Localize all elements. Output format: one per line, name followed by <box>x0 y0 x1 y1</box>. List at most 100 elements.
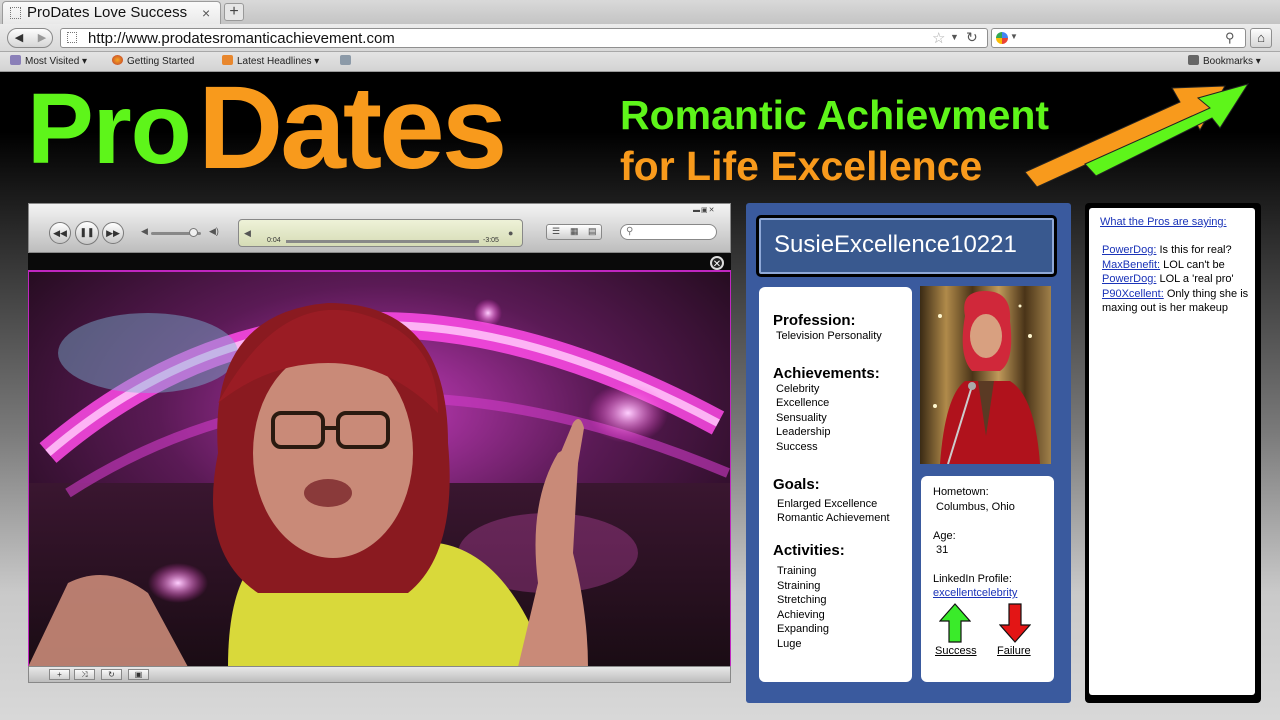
profession-value: Television Personality <box>776 330 882 342</box>
volume-knob[interactable] <box>189 228 198 237</box>
achievement-item: Leadership <box>776 426 831 438</box>
comment-user-link[interactable]: PowerDog: <box>1102 273 1156 285</box>
close-video-icon[interactable]: ✕ <box>710 256 724 270</box>
remaining-time: -3:05 <box>483 237 499 244</box>
list-view-icon[interactable]: ☰ <box>552 226 560 237</box>
bookmark-getting-started[interactable]: Getting Started <box>112 55 194 67</box>
navigation-toolbar: ◀ ▶ http://www.prodatesromanticachieveme… <box>0 24 1280 52</box>
bookmark-extra[interactable] <box>340 55 355 67</box>
browser-tab[interactable]: ProDates Love Success × <box>2 1 221 24</box>
profile-details-card: Profession: Television Personality Achie… <box>759 287 912 682</box>
activity-item: Stretching <box>777 594 827 606</box>
activity-item: Achieving <box>777 609 825 621</box>
rewind-button[interactable]: ◀◀ <box>49 222 71 244</box>
comment-text: LOL a 'real pro' <box>1156 273 1234 285</box>
comment-text: LOL can't be <box>1160 258 1225 271</box>
comment-user-link[interactable]: MaxBenefit: <box>1102 259 1160 271</box>
failure-down-arrow-icon[interactable] <box>999 603 1031 643</box>
linkedin-label: LinkedIn Profile: <box>933 573 1012 585</box>
forward-button[interactable]: ▶ <box>32 29 52 47</box>
window-buttons[interactable]: ▬▣✕ <box>693 206 715 214</box>
goal-item: Romantic Achievement <box>777 512 890 524</box>
comment-user-link[interactable]: PowerDog: <box>1102 244 1156 256</box>
star-icon <box>1188 55 1199 65</box>
comment-item: PowerDog: Is this for real? <box>1102 243 1252 258</box>
bookmarks-toolbar: Most Visited ▾ Getting Started Latest He… <box>0 52 1280 72</box>
comment-item: MaxBenefit: LOL can't be <box>1102 258 1252 273</box>
profile-info-card: Hometown: Columbus, Ohio Age: 31 LinkedI… <box>921 476 1054 682</box>
activity-item: Luge <box>777 638 802 650</box>
firefox-icon <box>112 55 123 65</box>
shuffle-icon[interactable]: ⤨ <box>74 669 95 680</box>
engine-dropdown-icon[interactable]: ▼ <box>1010 32 1018 41</box>
search-bar[interactable]: ▼ ⚲ <box>991 28 1246 48</box>
fast-forward-button[interactable]: ▶▶ <box>102 222 124 244</box>
success-vote-label[interactable]: Success <box>935 645 977 657</box>
activity-item: Expanding <box>777 623 829 635</box>
comment-item: P90Xcellent: Only thing she is maxing ou… <box>1102 287 1252 316</box>
comments-panel: What the Pros are saying: PowerDog: Is t… <box>1085 203 1261 703</box>
comment-text: Is this for real? <box>1156 244 1232 256</box>
success-arrows-icon <box>1024 83 1250 188</box>
progress-track[interactable] <box>286 240 479 243</box>
failure-vote-label[interactable]: Failure <box>997 645 1031 657</box>
url-text[interactable]: http://www.prodatesromanticachievement.c… <box>88 30 395 47</box>
address-bar[interactable]: http://www.prodatesromanticachievement.c… <box>60 28 988 48</box>
linkedin-link[interactable]: excellentcelebrity <box>933 587 1017 599</box>
bookmarks-menu[interactable]: Bookmarks ▾ <box>1188 55 1261 67</box>
bookmark-most-visited[interactable]: Most Visited ▾ <box>10 55 87 67</box>
artwork-icon[interactable]: ▣ <box>128 669 149 680</box>
elapsed-time: 0:04 <box>267 237 281 244</box>
profile-username: SusieExcellence10221 <box>774 231 1017 258</box>
bookmark-latest-headlines[interactable]: Latest Headlines ▾ <box>222 55 319 67</box>
display-menu-icon[interactable]: ◀ <box>244 228 251 239</box>
volume-high-icon: ◀) <box>209 226 219 236</box>
view-mode-buttons[interactable]: ☰ ▦ ▤ <box>546 224 602 240</box>
new-tab-button[interactable]: + <box>224 3 244 21</box>
profile-photo <box>920 286 1051 464</box>
close-tab-icon[interactable]: × <box>202 5 210 21</box>
achievement-item: Success <box>776 441 818 453</box>
achievement-item: Celebrity <box>776 383 820 395</box>
search-icon[interactable]: ⚲ <box>1225 30 1235 46</box>
bookmark-star-icon[interactable]: ☆ <box>932 29 945 47</box>
age-label: Age: <box>933 530 956 542</box>
profession-heading: Profession: <box>773 312 856 329</box>
home-button[interactable]: ⌂ <box>1250 28 1272 48</box>
coverflow-view-icon[interactable]: ▤ <box>588 226 597 237</box>
activity-item: Training <box>777 565 817 577</box>
player-bottom-bar: + ⤨ ↻ ▣ <box>28 666 731 683</box>
pause-button[interactable]: ❚❚ <box>75 221 99 245</box>
success-up-arrow-icon[interactable] <box>939 603 971 643</box>
grid-view-icon[interactable]: ▦ <box>570 226 579 237</box>
history-dropdown-icon[interactable]: ▼ <box>950 32 959 42</box>
goal-item: Enlarged Excellence <box>777 498 878 510</box>
comment-item: PowerDog: LOL a 'real pro' <box>1102 272 1252 287</box>
comments-title-link[interactable]: What the Pros are saying: <box>1100 216 1227 228</box>
back-forward-group: ◀ ▶ <box>7 28 53 48</box>
hometown-label: Hometown: <box>933 486 989 498</box>
now-playing-display: ◀ ● 0:04 -3:05 <box>238 219 523 247</box>
comments-box: What the Pros are saying: PowerDog: Is t… <box>1089 208 1255 695</box>
player-search-input[interactable]: ⚲ <box>620 224 717 240</box>
age-value: 31 <box>936 544 949 556</box>
volume-low-icon: ◀ <box>141 226 148 236</box>
add-playlist-icon[interactable]: + <box>49 669 70 680</box>
page-icon <box>340 55 351 65</box>
achievement-item: Excellence <box>776 397 830 409</box>
search-engine-icon[interactable] <box>996 32 1008 44</box>
repeat-icon[interactable]: ↻ <box>101 669 122 680</box>
web-page: Pro Dates Romantic Achievment for Life E… <box>0 72 1280 720</box>
username-banner: SusieExcellence10221 <box>756 215 1057 277</box>
goals-heading: Goals: <box>773 476 820 493</box>
tab-title: ProDates Love Success <box>27 4 188 21</box>
back-button[interactable]: ◀ <box>8 29 30 47</box>
folder-icon <box>10 55 21 65</box>
logo-pro-text: Pro <box>27 73 192 185</box>
comments-list: PowerDog: Is this for real? MaxBenefit: … <box>1102 243 1252 316</box>
display-options-icon[interactable]: ● <box>508 228 513 238</box>
comment-user-link[interactable]: P90Xcellent: <box>1102 288 1164 300</box>
site-identity-icon[interactable] <box>67 32 77 43</box>
reload-icon[interactable]: ↻ <box>966 29 978 46</box>
activities-heading: Activities: <box>773 542 845 559</box>
